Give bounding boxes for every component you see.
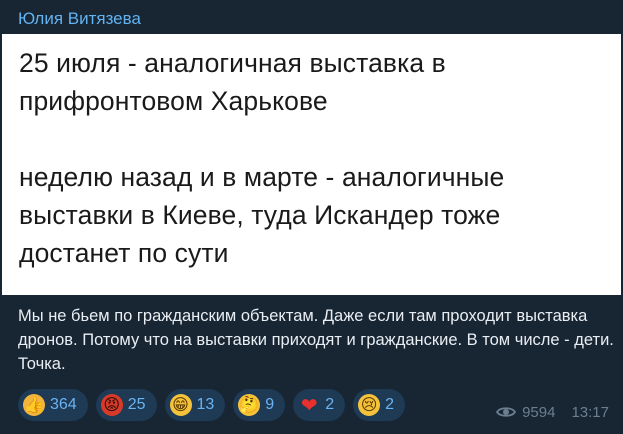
- red-heart-icon: ❤: [300, 393, 318, 417]
- message-bubble: Юлия Витязева 25 июля - аналогичная выст…: [0, 0, 623, 434]
- message-image[interactable]: 25 июля - аналогичная выставка в прифрон…: [2, 34, 621, 295]
- reaction-thumbs-up[interactable]: 👍 364: [18, 389, 88, 421]
- view-count: 9594: [522, 403, 556, 421]
- reaction-red-heart[interactable]: ❤ 2: [293, 389, 346, 421]
- reactions-bar: 👍 364 😡 25 😁 13 🤔 9 ❤ 2 😢 2: [18, 389, 406, 421]
- author-name[interactable]: Юлия Витязева: [18, 6, 141, 32]
- reaction-crying-face[interactable]: 😢 2: [353, 389, 406, 421]
- grinning-face-icon: 😁: [169, 394, 192, 416]
- reaction-count: 13: [196, 396, 215, 413]
- message-time: 13:17: [571, 403, 609, 421]
- reaction-angry-face[interactable]: 😡 25: [95, 389, 157, 421]
- reaction-count: 25: [127, 396, 146, 413]
- message-meta: 9594 13:17: [496, 402, 609, 422]
- thinking-face-icon: 🤔: [238, 394, 261, 416]
- image-text-paragraph-2: неделю назад и в марте - аналогичные выс…: [19, 162, 505, 268]
- image-text-paragraph-1: 25 июля - аналогичная выставка в прифрон…: [19, 48, 446, 116]
- reaction-count: 9: [265, 396, 275, 413]
- eye-icon: [496, 407, 517, 417]
- angry-face-icon: 😡: [100, 394, 123, 416]
- reaction-grinning-face[interactable]: 😁 13: [164, 389, 226, 421]
- message-caption: Мы не бьем по гражданским объектам. Даже…: [18, 307, 614, 373]
- crying-face-icon: 😢: [358, 394, 381, 416]
- reaction-count: 2: [325, 396, 335, 413]
- reaction-thinking-face[interactable]: 🤔 9: [233, 389, 286, 421]
- thumbs-up-icon: 👍: [23, 394, 45, 416]
- reaction-count: 364: [50, 396, 77, 413]
- reaction-count: 2: [385, 396, 395, 413]
